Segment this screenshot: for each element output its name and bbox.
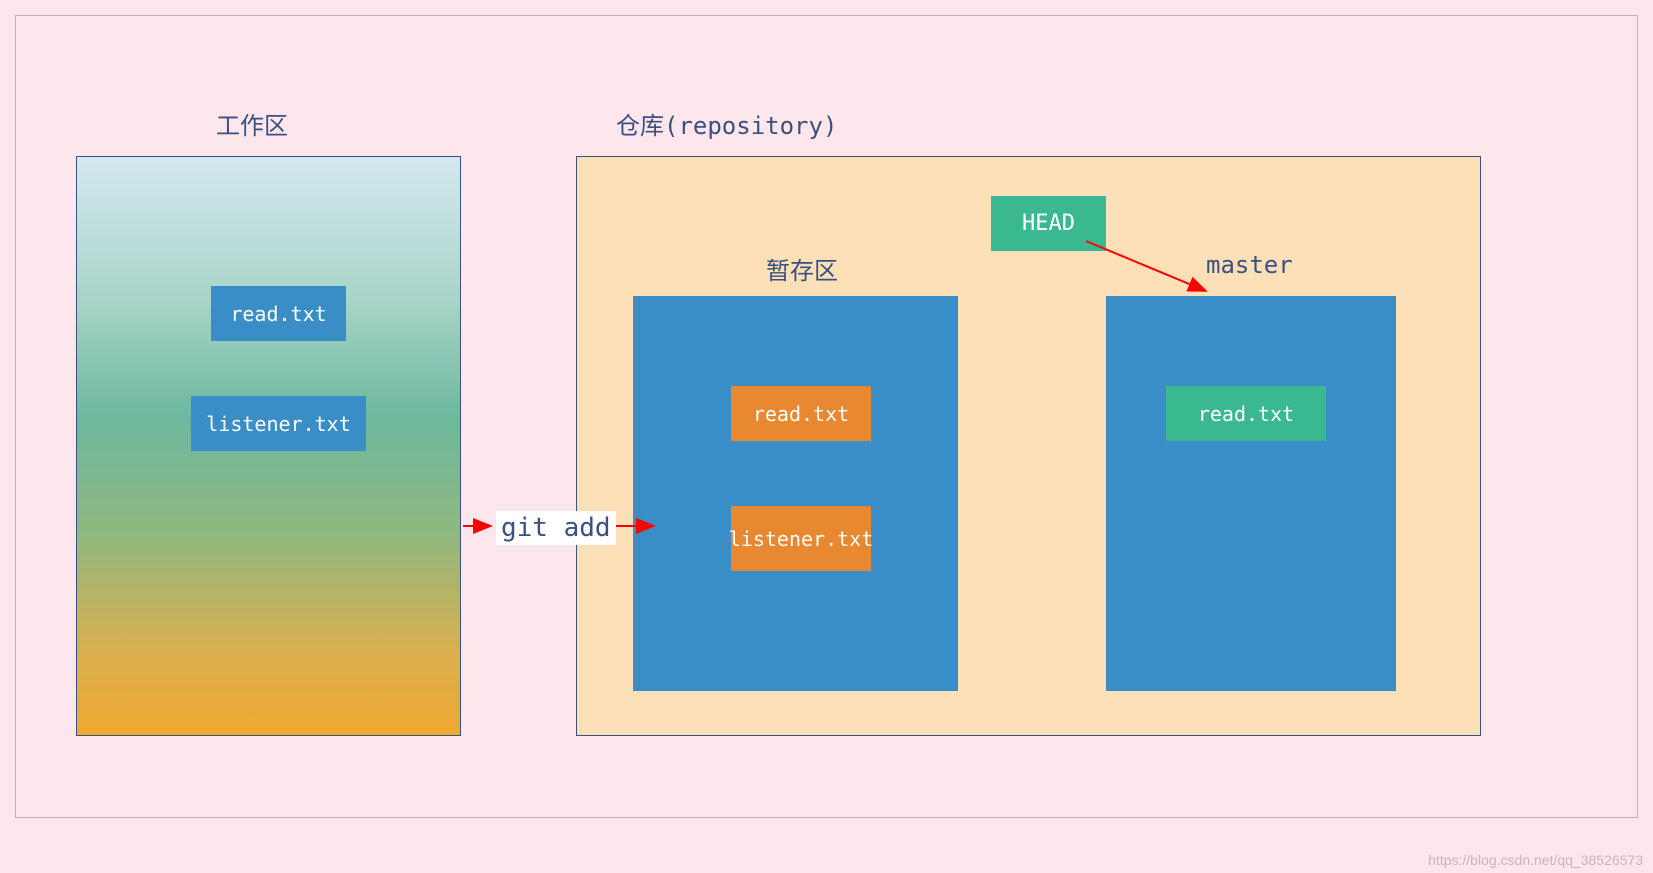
master-area-box (1106, 296, 1396, 691)
staging-file-read: read.txt (731, 386, 871, 441)
repository-title: 仓库(repository) (616, 106, 837, 141)
working-area-file-listener: listener.txt (191, 396, 366, 451)
watermark-text: https://blog.csdn.net/qq_38526573 (1428, 852, 1643, 868)
working-area-title: 工作区 (216, 106, 288, 141)
staging-area-title: 暂存区 (766, 251, 838, 286)
working-area-file-read: read.txt (211, 286, 346, 341)
staging-area-box (633, 296, 958, 691)
master-file-read: read.txt (1166, 386, 1326, 441)
arrow-git-add-left (461, 516, 501, 536)
arrow-head-to-master (1076, 231, 1221, 306)
arrow-git-add-right (614, 516, 664, 536)
git-add-command: git add (496, 511, 616, 545)
staging-file-listener: listener.txt (731, 506, 871, 571)
diagram-container: 工作区 仓库(repository) 暂存区 master read.txt l… (15, 15, 1638, 818)
